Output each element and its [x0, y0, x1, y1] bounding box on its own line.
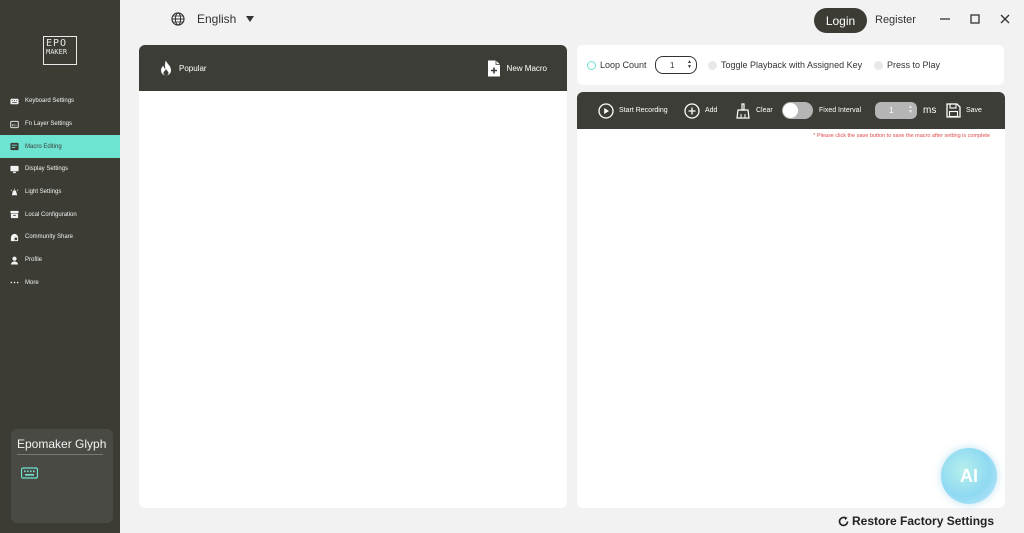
maximize-icon[interactable] [968, 12, 982, 26]
macro-list-header: Popular New Macro [139, 45, 567, 91]
sidebar-item-local-configuration[interactable]: Local Configuration [0, 203, 120, 226]
sidebar-item-label: Community Share [25, 234, 74, 241]
save-icon [946, 103, 961, 118]
save-hint-text: * Please click the save button to save t… [813, 133, 990, 139]
community-icon [9, 232, 19, 242]
sidebar-item-macro-editing[interactable]: Macro Editing [0, 135, 120, 159]
add-button[interactable]: Add [684, 92, 717, 129]
clear-label: Clear [756, 107, 773, 114]
sidebar-item-label: Display Settings [25, 166, 69, 173]
start-recording-button[interactable]: Start Recording [598, 92, 668, 129]
new-macro-button[interactable]: New Macro [487, 60, 547, 77]
save-button[interactable]: Save [946, 92, 982, 129]
device-name: Epomaker Glyph [17, 437, 106, 455]
sidebar-item-label: Keyboard Settings [25, 98, 75, 105]
light-icon [9, 187, 19, 197]
sidebar-item-community-share[interactable]: Community Share [0, 226, 120, 249]
macro-toolbar: Start Recording Add Clear Fixed Interval… [577, 92, 1005, 129]
play-circle-icon [598, 102, 614, 119]
refresh-icon [838, 516, 849, 526]
ai-assistant-button[interactable]: AI [941, 448, 997, 504]
sidebar-item-fn-layer-settings[interactable]: Fn Fn Layer Settings [0, 113, 120, 136]
toggle-playback-option[interactable]: Toggle Playback with Assigned Key [708, 60, 862, 70]
press-to-play-radio[interactable] [874, 60, 883, 70]
sidebar-item-light-settings[interactable]: Light Settings [0, 181, 120, 204]
interval-input-group: 1 ▲ ▼ ms [875, 92, 936, 129]
add-label: Add [705, 107, 718, 114]
local-config-icon [9, 210, 19, 220]
profile-icon [9, 255, 19, 265]
keyboard-icon [9, 96, 19, 106]
sidebar-item-label: More [25, 279, 39, 286]
flame-icon [161, 60, 171, 75]
register-link[interactable]: Register [875, 14, 916, 26]
popular-label: Popular [179, 63, 207, 73]
sidebar-item-more[interactable]: More [0, 272, 120, 295]
press-to-play-option[interactable]: Press to Play [874, 60, 940, 70]
ai-label: AI [960, 465, 978, 486]
interval-value: 1 [889, 106, 894, 115]
minimize-icon[interactable] [938, 12, 952, 26]
save-label: Save [966, 107, 982, 114]
stepper-arrows-icon[interactable]: ▲ ▼ [908, 105, 913, 115]
language-label: English [197, 12, 237, 26]
fixed-interval-toggle[interactable] [782, 102, 813, 119]
sidebar-item-keyboard-settings[interactable]: Keyboard Settings [0, 90, 120, 113]
loop-count-option[interactable]: Loop Count [587, 60, 647, 70]
toggle-playback-label: Toggle Playback with Assigned Key [721, 60, 863, 70]
loop-count-stepper[interactable]: 1 ▲ ▼ [655, 56, 697, 74]
sidebar-item-label: Fn Layer Settings [25, 121, 73, 128]
playback-options-bar: Loop Count 1 ▲ ▼ Toggle Playback with Ass… [577, 45, 1004, 85]
sidebar-item-label: Local Configuration [25, 211, 77, 218]
restore-label: Restore Factory Settings [852, 514, 995, 528]
more-icon [9, 278, 19, 288]
macro-icon [9, 142, 19, 152]
sidebar: EPO MAKER Keyboard Settings Fn Fn Layer … [0, 0, 120, 533]
popular-tab[interactable]: Popular [159, 60, 207, 77]
stepper-arrows-icon[interactable]: ▲ ▼ [687, 60, 692, 70]
macro-editor-panel: Start Recording Add Clear Fixed Interval… [577, 92, 1005, 508]
globe-icon [171, 12, 185, 26]
interval-stepper[interactable]: 1 ▲ ▼ [875, 102, 917, 119]
display-icon [9, 164, 19, 174]
start-recording-label: Start Recording [619, 107, 668, 114]
broom-icon [736, 102, 750, 119]
loop-count-value: 1 [670, 60, 675, 70]
sidebar-item-label: Macro Editing [25, 143, 62, 150]
sidebar-nav: Keyboard Settings Fn Fn Layer Settings M… [0, 90, 120, 294]
fixed-interval-label: Fixed Interval [819, 107, 862, 114]
svg-text:Fn: Fn [11, 122, 16, 127]
restore-factory-settings-button[interactable]: Restore Factory Settings [838, 514, 994, 528]
loop-count-label: Loop Count [600, 60, 647, 70]
chevron-down-icon [246, 16, 255, 22]
loop-count-radio[interactable] [587, 60, 596, 70]
fn-layer-icon: Fn [9, 119, 19, 129]
new-file-icon [487, 60, 500, 76]
keyboard-device-icon [21, 467, 38, 479]
ms-unit: ms [923, 105, 937, 116]
epomaker-logo: EPO MAKER [43, 36, 77, 65]
macro-list-panel: Popular New Macro [139, 45, 567, 508]
plus-circle-icon [684, 102, 700, 119]
press-to-play-label: Press to Play [887, 60, 941, 70]
clear-button[interactable]: Clear [735, 92, 773, 129]
device-card[interactable]: Epomaker Glyph [11, 429, 113, 523]
sidebar-item-label: Light Settings [25, 189, 62, 196]
sidebar-item-label: Profile [25, 257, 43, 264]
sidebar-item-display-settings[interactable]: Display Settings [0, 158, 120, 181]
login-button[interactable]: Login [814, 8, 867, 33]
fixed-interval-control: Fixed Interval [782, 92, 861, 129]
close-icon[interactable] [998, 12, 1012, 26]
toggle-playback-radio[interactable] [708, 60, 717, 70]
new-macro-label: New Macro [506, 63, 547, 73]
language-selector[interactable]: English [171, 12, 255, 26]
sidebar-item-profile[interactable]: Profile [0, 249, 120, 272]
